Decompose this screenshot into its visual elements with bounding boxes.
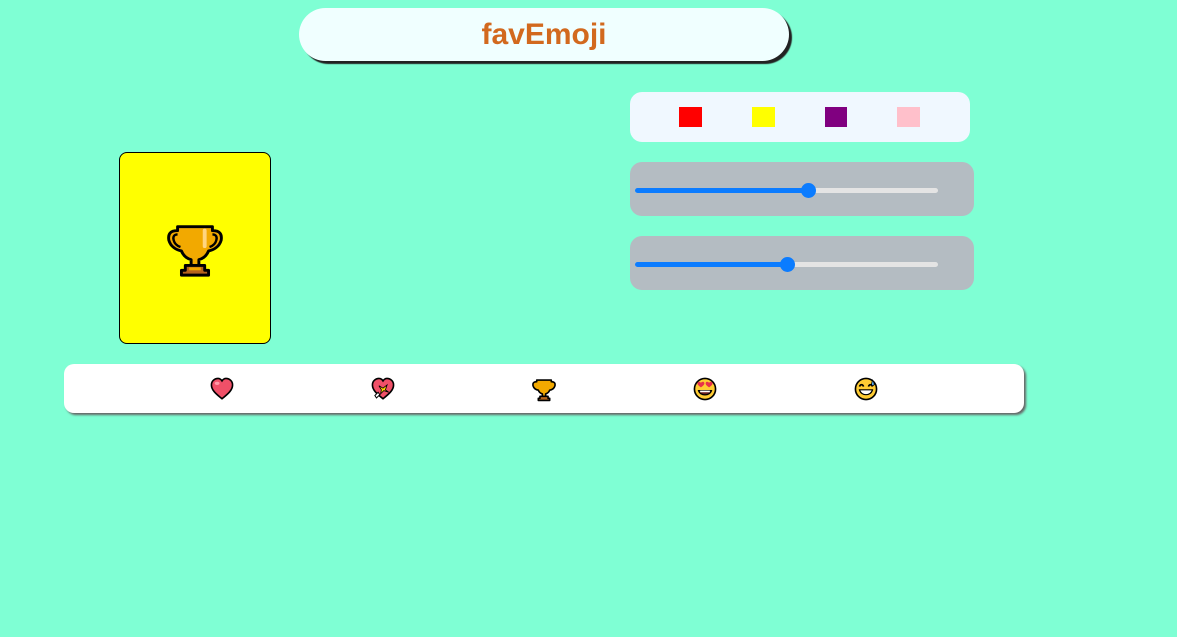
color-swatch-red[interactable] [679,107,702,127]
emoji-option-heart[interactable] [209,376,235,402]
emoji-option-heart-ribbon[interactable] [370,376,396,402]
emoji-selector-bar [64,364,1024,413]
trophy-icon [532,379,556,402]
trophy-icon [167,225,223,277]
slider-track[interactable] [635,183,938,198]
emoji-option-trophy[interactable] [531,376,557,402]
color-swatch-yellow[interactable] [751,107,775,127]
heart-icon [210,377,234,400]
slider-fill [635,262,787,267]
slider-thumb[interactable] [800,183,816,198]
color-swatch-purple[interactable] [824,107,848,127]
emoji-option-heart-eyes[interactable] [692,376,718,402]
color-palette [630,92,970,142]
grinning-sweat-face-icon [854,377,878,401]
color-swatch-pink[interactable] [897,107,920,127]
emoji-option-grinning-sweat[interactable] [853,376,879,402]
slider-fill [635,188,808,193]
slider-thumb[interactable] [779,257,795,272]
heart-eyes-face-icon [693,377,717,401]
page-title: favEmoji [481,17,607,51]
title-bar: favEmoji [299,8,789,61]
slider-panel-1 [630,162,974,216]
slider-track[interactable] [635,257,938,272]
emoji-preview-card [119,152,271,344]
slider-panel-2 [630,236,974,290]
heart-with-ribbon-icon [371,377,395,400]
